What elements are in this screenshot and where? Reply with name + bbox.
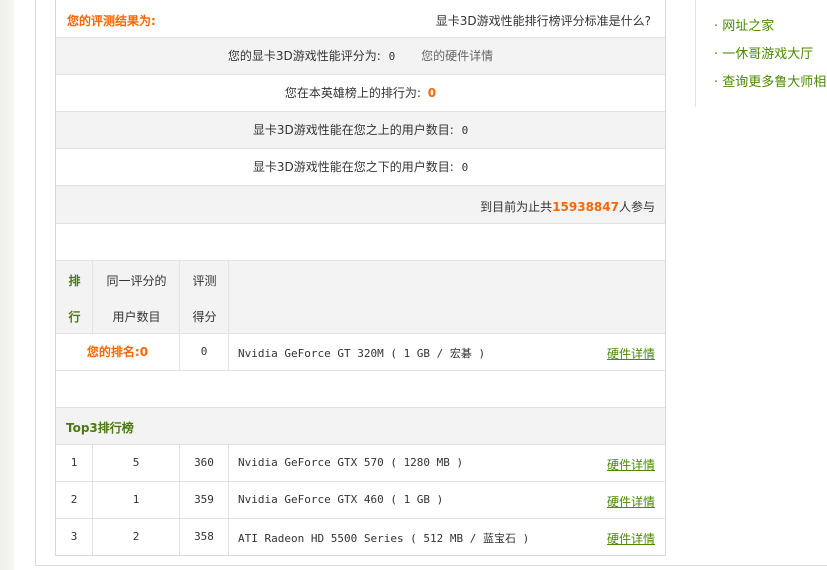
my-rank-row: 您的排名:0 0 Nvidia GeForce GT 320M ( 1 GB /… — [56, 334, 665, 371]
header-score-cell: 评测 得分 — [180, 261, 229, 333]
content-left-border — [35, 0, 36, 566]
score-label: 您的显卡3D游戏性能评分为: — [227, 49, 381, 63]
users-above-value: 0 — [461, 124, 469, 137]
participants-text: 到目前为止共15938847人参与 — [480, 198, 655, 215]
sidebar-item-more-ludashi[interactable]: · 查询更多鲁大师相关 — [714, 71, 827, 90]
participants-suffix: 人参与 — [618, 200, 655, 214]
users-below-value: 0 — [461, 161, 469, 174]
header-users-line2: 用户数目 — [112, 310, 161, 324]
sidebar-item-game-hall[interactable]: · 一休哥游戏大厅 — [714, 43, 813, 62]
users-below-row: 显卡3D游戏性能在您之下的用户数目: 0 — [56, 149, 665, 186]
result-title: 您的评测结果为: — [67, 14, 156, 28]
result-panel: 您的评测结果为: 显卡3D游戏性能排行榜评分标准是什么? 您的显卡3D游戏性能评… — [55, 0, 666, 556]
row-card: Nvidia GeForce GTX 570 ( 1280 MB ) — [238, 456, 464, 469]
page-left-stripe — [0, 0, 14, 570]
table-row: 3 2 358 ATI Radeon HD 5500 Series ( 512 … — [56, 519, 665, 555]
row-card: Nvidia GeForce GTX 460 ( 1 GB ) — [238, 493, 444, 506]
row-card: ATI Radeon HD 5500 Series ( 512 MB / 蓝宝石… — [238, 532, 530, 545]
table-row: 2 1 359 Nvidia GeForce GTX 460 ( 1 GB ) … — [56, 482, 665, 519]
participants-row: 到目前为止共15938847人参与 — [56, 186, 665, 224]
result-header-row: 您的评测结果为: 显卡3D游戏性能排行榜评分标准是什么? — [56, 0, 665, 38]
row-users: 2 — [93, 519, 180, 555]
header-users-line1: 同一评分的 — [106, 274, 167, 288]
sidebar-item-site-home[interactable]: · 网址之家 — [714, 15, 774, 34]
row-score: 360 — [180, 445, 229, 481]
table-row: 1 5 360 Nvidia GeForce GTX 570 ( 1280 MB… — [56, 445, 665, 482]
sidebar-links: · 网址之家 · 一休哥游戏大厅 · 查询更多鲁大师相关 — [695, 0, 827, 107]
my-rank-details-link[interactable]: 硬件详情 — [607, 345, 655, 362]
header-users-cell: 同一评分的 用户数目 — [93, 261, 180, 333]
users-below-label: 显卡3D游戏性能在您之下的用户数目: — [252, 160, 454, 174]
row-score: 359 — [180, 482, 229, 518]
top3-title-row: Top3排行榜 — [56, 408, 665, 445]
score-value: 0 — [388, 50, 396, 63]
row-score: 358 — [180, 519, 229, 555]
users-above-label: 显卡3D游戏性能在您之上的用户数目: — [252, 123, 454, 137]
spacer-row-2 — [56, 371, 665, 408]
top3-title: Top3排行榜 — [66, 421, 134, 435]
header-score-line1: 评测 — [192, 274, 217, 288]
my-rank-value: 0 — [139, 345, 149, 359]
my-rank-score: 0 — [180, 334, 229, 370]
my-rank-label-cell: 您的排名:0 — [56, 334, 180, 370]
header-rank-line2: 行 — [68, 310, 81, 324]
rank-label: 您在本英雄榜上的排行为: — [284, 86, 421, 100]
participants-prefix: 到目前为止共 — [480, 200, 553, 214]
row-rank: 1 — [56, 445, 93, 481]
row-rank: 3 — [56, 519, 93, 555]
row-details-link[interactable]: 硬件详情 — [607, 530, 655, 547]
score-row: 您的显卡3D游戏性能评分为: 0 您的硬件详情 — [56, 38, 665, 75]
row-details-link[interactable]: 硬件详情 — [607, 456, 655, 473]
header-rank-cell: 排 行 — [56, 261, 93, 333]
spacer-row — [56, 224, 665, 261]
help-link[interactable]: 显卡3D游戏性能排行榜评分标准是什么? — [436, 12, 651, 29]
header-rank-line1: 排 — [68, 274, 81, 288]
rank-value: 0 — [427, 86, 437, 100]
rank-row: 您在本英雄榜上的排行为: 0 — [56, 75, 665, 112]
row-users: 5 — [93, 445, 180, 481]
row-details-link[interactable]: 硬件详情 — [607, 493, 655, 510]
row-users: 1 — [93, 482, 180, 518]
my-rank-card: Nvidia GeForce GT 320M ( 1 GB / 宏碁 ) — [238, 347, 486, 360]
table-header-row: 排 行 同一评分的 用户数目 评测 得分 — [56, 261, 665, 334]
hardware-details-link[interactable]: 您的硬件详情 — [421, 49, 493, 63]
header-score-line2: 得分 — [192, 310, 217, 324]
content-bottom-border — [35, 565, 827, 566]
row-rank: 2 — [56, 482, 93, 518]
my-rank-label: 您的排名: — [86, 345, 140, 359]
users-above-row: 显卡3D游戏性能在您之上的用户数目: 0 — [56, 112, 665, 149]
participants-count: 15938847 — [552, 200, 619, 214]
